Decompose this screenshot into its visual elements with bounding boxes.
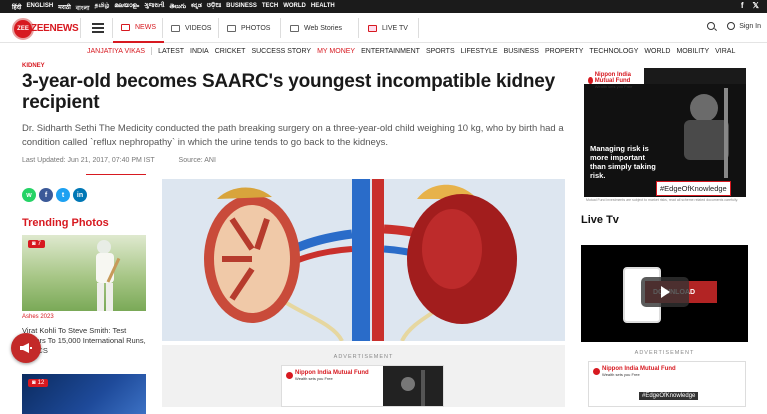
category-link[interactable]: ENTERTAINMENT [361, 48, 420, 55]
whatsapp-icon[interactable]: w [22, 188, 36, 202]
photo-count-badge: ◙ 7 [28, 240, 45, 248]
ad-hashtag: #EdgeOfKnowledge [639, 392, 699, 400]
category-link[interactable]: TECHNOLOGY [589, 48, 638, 55]
site-header: ZEE ZEENEWS NEWS VIDEOS PHOTOS Web Stori… [0, 13, 767, 43]
article-meta: Last Updated: Jun 21, 2017, 07:40 PM IST… [22, 157, 216, 164]
live-tv-icon [368, 24, 377, 32]
tab-photos[interactable]: PHOTOS [219, 13, 278, 43]
camera-icon: ◙ [32, 380, 36, 386]
ad-brand-logo: Nippon India Mutual Fund Wealth sets you … [286, 370, 369, 381]
divider [418, 18, 419, 38]
tab-label: PHOTOS [241, 24, 271, 32]
category-link[interactable]: MOBILITY [676, 48, 709, 55]
article-summary: Dr. Sidharth Sethi The Medicity conducte… [22, 123, 564, 148]
category-link[interactable]: WORLD [644, 48, 670, 55]
top-language-bar: हिंदी ENGLISH मराठी বাংলা தமிழ் മലയാളം ગ… [0, 0, 767, 13]
megaphone-icon[interactable] [11, 333, 41, 363]
tab-web-stories[interactable]: Web Stories [282, 13, 350, 43]
tab-label: NEWS [135, 23, 156, 31]
search-icon[interactable] [707, 22, 716, 30]
category-link[interactable]: VIRAL [715, 48, 735, 55]
category-link[interactable]: SUCCESS STORY [251, 48, 311, 55]
article-category[interactable]: KIDNEY [22, 63, 45, 69]
category-link[interactable]: LATEST [158, 48, 184, 55]
tab-label: VIDEOS [185, 24, 212, 32]
zee-news-logo[interactable]: ZEE ZEENEWS [12, 18, 79, 40]
ad-tagline: Managing risk is more important than sim… [590, 144, 656, 180]
divider [280, 18, 281, 38]
ad-disclaimer: Mutual Fund investments are subject to m… [584, 197, 746, 203]
ad-photo [383, 366, 443, 406]
article-source: Source: ANI [178, 157, 216, 164]
video-icon [171, 24, 180, 32]
last-updated: Last Updated: Jun 21, 2017, 07:40 PM IST [22, 157, 155, 164]
user-icon [727, 22, 736, 30]
article-title: 3-year-old becomes SAARC's youngest inco… [22, 71, 556, 113]
category-link[interactable]: LIFESTYLE [461, 48, 498, 55]
cricketer-photo [96, 240, 121, 311]
top-social: f 𝕏 [741, 1, 759, 10]
tab-label: Web Stories [304, 24, 342, 32]
tab-news[interactable]: NEWS [113, 13, 164, 43]
stories-icon [290, 24, 299, 32]
camera-icon: ◙ [32, 241, 36, 247]
sidebar-ad[interactable]: Nippon India Mutual Fund Wealth sets you … [584, 68, 746, 203]
trending-caption[interactable]: Virat Kohli To Steve Smith: Test Batters… [22, 326, 146, 356]
trending-photos-heading[interactable]: Trending Photos [22, 217, 109, 229]
facebook-icon[interactable]: f [39, 188, 53, 202]
category-link[interactable]: JANJATIYA VIKAS [87, 48, 145, 55]
divider [80, 18, 81, 38]
category-link[interactable]: SPORTS [426, 48, 455, 55]
ad-banner[interactable]: Nippon India Mutual Fund Wealth sets you … [281, 365, 444, 407]
megaphone-glyph [20, 343, 32, 353]
article-main-image [162, 179, 565, 341]
tab-label: LIVE TV [382, 24, 408, 32]
twitter-icon[interactable]: t [56, 188, 70, 202]
live-tv-heading: Live Tv [581, 214, 619, 226]
trending-category: Ashes 2023 [22, 314, 54, 320]
category-link[interactable]: INDIA [190, 48, 209, 55]
hamburger-menu-icon[interactable] [92, 23, 104, 33]
header-right: Sign In [707, 22, 761, 30]
ad-label: ADVERTISEMENT [634, 350, 695, 356]
kidney-illustration [162, 179, 565, 341]
trending-card[interactable]: ◙ 12 [22, 374, 146, 414]
twitter-icon[interactable]: 𝕏 [753, 1, 759, 10]
divider [358, 18, 359, 38]
live-tv-player[interactable]: DOWNLOAD [581, 245, 748, 342]
sign-in-label: Sign In [739, 22, 761, 30]
category-link[interactable]: PROPERTY [545, 48, 583, 55]
linkedin-icon[interactable]: in [73, 188, 87, 202]
category-nav: JANJATIYA VIKAS LATEST INDIA CRICKET SUCCESS… [87, 44, 735, 58]
divider [86, 174, 146, 175]
category-link[interactable]: MY MONEY [317, 48, 355, 55]
advertisement-slot: ADVERTISEMENT Nippon India Mutual Fund We… [162, 345, 565, 407]
tab-videos[interactable]: VIDEOS [163, 13, 219, 43]
ad-label: ADVERTISEMENT [333, 354, 394, 360]
divider [151, 47, 153, 55]
home-icon [121, 23, 130, 31]
photo-count-badge: ◙ 12 [28, 379, 49, 387]
photo-icon [227, 24, 236, 32]
ad-hashtag: #EdgeOfKnowledge [656, 181, 731, 196]
share-buttons: w f t in [22, 188, 87, 202]
play-button-icon[interactable] [641, 277, 689, 307]
category-link[interactable]: CRICKET [215, 48, 246, 55]
logo-wordmark: ZEENEWS [31, 23, 79, 34]
facebook-icon[interactable]: f [741, 1, 744, 10]
brand-dot-icon [286, 372, 293, 379]
trending-card[interactable]: ◙ 7 [22, 235, 146, 311]
category-link[interactable]: BUSINESS [504, 48, 539, 55]
tab-live-tv[interactable]: LIVE TV [360, 13, 416, 43]
sidebar-ad-bottom[interactable]: Nippon India Mutual Fund Wealth sets you … [588, 361, 746, 407]
sign-in-link[interactable]: Sign In [727, 22, 761, 30]
